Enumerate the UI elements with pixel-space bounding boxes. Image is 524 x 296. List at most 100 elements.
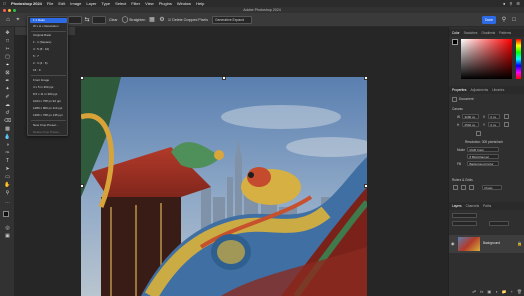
crop-handle-right[interactable] xyxy=(364,184,367,188)
layer-name[interactable]: Background xyxy=(483,241,500,245)
crop-handle-top-left[interactable] xyxy=(81,77,84,80)
blend-mode-select[interactable] xyxy=(452,221,477,226)
foreground-color-swatch[interactable] xyxy=(3,211,9,217)
dropdown-item-4-5[interactable]: 4 : 5 (8 : 10) xyxy=(30,47,67,52)
adjustment-layer-icon[interactable]: ◑ xyxy=(495,289,497,294)
search-icon[interactable]: ⚲ xyxy=(509,0,512,7)
menu-view[interactable]: View xyxy=(145,0,154,7)
move-tool-icon[interactable]: ✥ xyxy=(3,30,12,36)
width-field[interactable]: 3290 px xyxy=(462,114,479,119)
fill-select[interactable]: Generative Expand xyxy=(212,16,252,24)
menu-help[interactable]: Help xyxy=(196,0,204,7)
tab-layers[interactable]: Layers xyxy=(452,204,462,208)
blur-tool-icon[interactable]: 💧 xyxy=(3,134,12,140)
control-center-icon[interactable]: ☰ xyxy=(516,0,520,7)
y-field[interactable]: 0 px xyxy=(488,122,500,127)
overlay-grid-icon[interactable]: ▦ xyxy=(148,16,156,24)
crop-tool-icon[interactable]: ⌖ xyxy=(14,16,22,24)
ratio-height-field[interactable] xyxy=(92,16,106,24)
layer-filter-select[interactable] xyxy=(452,213,477,218)
link-layers-icon[interactable]: ☍ xyxy=(472,289,476,294)
document-image[interactable] xyxy=(81,77,367,296)
eyedropper-tool-icon[interactable]: ✒ xyxy=(3,78,12,84)
marquee-tool-icon[interactable]: □ xyxy=(3,38,12,44)
straighten-icon[interactable]: ◯ xyxy=(121,16,129,24)
zoom-tool-icon[interactable]: ⚲ xyxy=(3,190,12,196)
dropdown-item-new-crop-preset[interactable]: New Crop Preset... xyxy=(30,123,67,128)
layer-row[interactable]: ◉ Background 🔒 xyxy=(449,235,524,253)
guides-icon[interactable] xyxy=(469,185,474,190)
grid-icon[interactable] xyxy=(461,185,466,190)
orientation-icon[interactable] xyxy=(504,114,509,119)
eraser-tool-icon[interactable]: ⌫ xyxy=(3,118,12,124)
tab-patterns[interactable]: Patterns xyxy=(499,31,511,35)
crop-handle-left[interactable] xyxy=(81,184,84,188)
dropdown-item-square[interactable]: 1 : 1 (Square) xyxy=(30,40,67,45)
rectangle-tool-icon[interactable]: ▭ xyxy=(3,174,12,180)
mode-select[interactable]: RGB Color xyxy=(467,147,499,152)
color-picker-field[interactable] xyxy=(461,39,512,79)
workspace-icon[interactable]: □ xyxy=(510,16,518,24)
done-button[interactable]: Done xyxy=(482,16,496,24)
wifi-icon[interactable]: ● xyxy=(503,0,505,7)
more-tools-icon[interactable]: ⋯ xyxy=(3,200,12,206)
object-select-tool-icon[interactable]: ▢ xyxy=(3,54,12,60)
dropdown-item-w-h-resolution[interactable]: W x H x Resolution xyxy=(30,24,67,29)
clone-stamp-tool-icon[interactable]: ☁ xyxy=(3,102,12,108)
tab-properties[interactable]: Properties xyxy=(452,88,467,92)
folder-icon[interactable]: 📁 xyxy=(502,289,507,294)
frame-tool-icon[interactable]: ⊠ xyxy=(3,70,12,76)
dropdown-item-8-5x11-in[interactable]: 8.5 x 11 in 300 ppi xyxy=(30,92,67,97)
quick-mask-icon[interactable]: ◎ xyxy=(3,225,12,231)
tab-swatches[interactable]: Swatches xyxy=(464,31,478,35)
path-selection-tool-icon[interactable]: ➤ xyxy=(3,166,12,172)
x-field[interactable]: 0 px xyxy=(488,114,500,119)
hand-tool-icon[interactable]: ✋ xyxy=(3,182,12,188)
tab-libraries[interactable]: Libraries xyxy=(492,88,504,92)
rulers-icon[interactable] xyxy=(453,185,458,190)
home-icon[interactable]: ⌂ xyxy=(4,16,12,24)
straighten-label[interactable]: Straighten xyxy=(129,16,145,24)
dropdown-item-16-9[interactable]: 16 : 9 xyxy=(30,68,67,73)
history-brush-tool-icon[interactable]: ↺ xyxy=(3,110,12,116)
crop-tool-icon[interactable]: ⌖ xyxy=(3,62,12,68)
menu-type[interactable]: Type xyxy=(101,0,110,7)
type-tool-icon[interactable]: T xyxy=(3,158,12,164)
menu-app[interactable]: Photoshop 2024 xyxy=(11,0,42,7)
eye-icon[interactable]: ◉ xyxy=(451,241,455,246)
delete-cropped-pixels-checkbox[interactable]: ☑ Delete Cropped Pixels xyxy=(168,16,208,24)
dodge-tool-icon[interactable]: ◑ xyxy=(3,142,12,148)
dropdown-item-original-ratio[interactable]: Original Ratio xyxy=(30,33,67,38)
tab-adjustments[interactable]: Adjustments xyxy=(471,88,489,92)
fx-icon[interactable]: fx xyxy=(480,289,483,294)
dropdown-item-1024x768[interactable]: 1024 x 768 px 92 ppi xyxy=(30,99,67,104)
search-panel-icon[interactable]: ⚲ xyxy=(500,16,508,24)
height-field[interactable]: 2592 px xyxy=(462,122,479,127)
ratio-width-field[interactable] xyxy=(68,16,82,24)
units-select[interactable]: Pixels xyxy=(482,185,502,190)
menu-filter[interactable]: Filter xyxy=(131,0,140,7)
screen-mode-icon[interactable]: ▣ xyxy=(3,233,12,239)
foreground-swatch[interactable] xyxy=(452,39,458,45)
hue-slider[interactable] xyxy=(516,39,521,79)
apple-menu-icon[interactable]:  xyxy=(3,0,6,7)
pen-tool-icon[interactable]: ✑ xyxy=(3,150,12,156)
dropdown-item-1366x768[interactable]: 1366 x 768 px 135 ppi xyxy=(30,113,67,118)
tab-channels[interactable]: Channels xyxy=(466,204,479,208)
menu-edit[interactable]: Edit xyxy=(58,0,65,7)
menu-select[interactable]: Select xyxy=(115,0,126,7)
dropdown-item-1-1-ratio[interactable]: 1:1 Ratio xyxy=(30,18,67,23)
link-icon[interactable] xyxy=(476,131,481,136)
menu-layer[interactable]: Layer xyxy=(86,0,96,7)
dropdown-item-2-3[interactable]: 2 : 3 (4 : 6) xyxy=(30,61,67,66)
crop-settings-gear-icon[interactable]: ⚙ xyxy=(158,16,166,24)
menu-file[interactable]: File xyxy=(47,0,53,7)
tab-gradients[interactable]: Gradients xyxy=(481,31,495,35)
mask-icon[interactable]: ▣ xyxy=(487,289,491,294)
menu-image[interactable]: Image xyxy=(70,0,81,7)
gradient-tool-icon[interactable]: ▩ xyxy=(3,126,12,132)
clear-label[interactable]: Clear xyxy=(109,16,118,24)
healing-brush-tool-icon[interactable]: ✦ xyxy=(3,86,12,92)
dropdown-item-4x5-in[interactable]: 4 x 5 in 300 ppi xyxy=(30,85,67,90)
opacity-field[interactable] xyxy=(489,221,509,226)
